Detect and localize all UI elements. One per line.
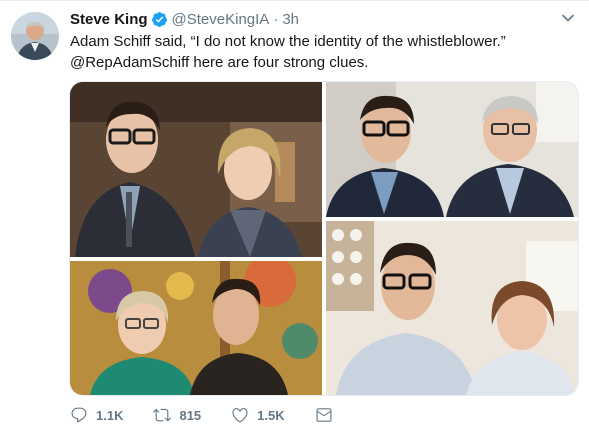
- separator-dot: ·: [273, 10, 279, 28]
- reply-icon: [71, 407, 87, 423]
- retweet-icon: [153, 408, 172, 422]
- photo-1[interactable]: [70, 82, 322, 257]
- avatar[interactable]: [11, 12, 59, 60]
- mention-link[interactable]: @RepAdamSchiff: [70, 54, 189, 71]
- retweet-count: 815: [179, 407, 202, 423]
- photo-2[interactable]: [326, 82, 578, 217]
- envelope-icon: [316, 408, 332, 422]
- tweet-actions: 1.1K 815 1.5K: [70, 403, 370, 427]
- tweet[interactable]: Steve King @SteveKingIA · 3h Adam Schiff…: [0, 0, 589, 436]
- direct-message-button[interactable]: [315, 406, 341, 424]
- tweet-text-line-2: @RepAdamSchiff here are four strong clue…: [70, 52, 570, 73]
- tweet-text: Adam Schiff said, “I do not know the ide…: [70, 31, 570, 73]
- like-count: 1.5K: [257, 407, 285, 423]
- like-button[interactable]: 1.5K: [231, 406, 285, 424]
- verified-badge-icon: [151, 11, 168, 28]
- author-name[interactable]: Steve King: [70, 11, 148, 28]
- photo-4[interactable]: [326, 221, 578, 395]
- timestamp[interactable]: 3h: [282, 11, 299, 28]
- reply-count: 1.1K: [96, 407, 124, 423]
- media-grid: [69, 81, 579, 396]
- tweet-text-line-1: Adam Schiff said, “I do not know the ide…: [70, 33, 506, 50]
- photo-3[interactable]: [70, 261, 322, 395]
- chevron-down-icon[interactable]: [561, 11, 575, 25]
- heart-icon: [232, 408, 248, 423]
- tweet-text-line-2-rest: here are four strong clues.: [189, 54, 369, 71]
- reply-button[interactable]: 1.1K: [70, 406, 123, 424]
- tweet-header: Steve King @SteveKingIA · 3h: [70, 9, 299, 29]
- author-handle[interactable]: @SteveKingIA: [172, 11, 270, 28]
- retweet-button[interactable]: 815: [153, 406, 201, 424]
